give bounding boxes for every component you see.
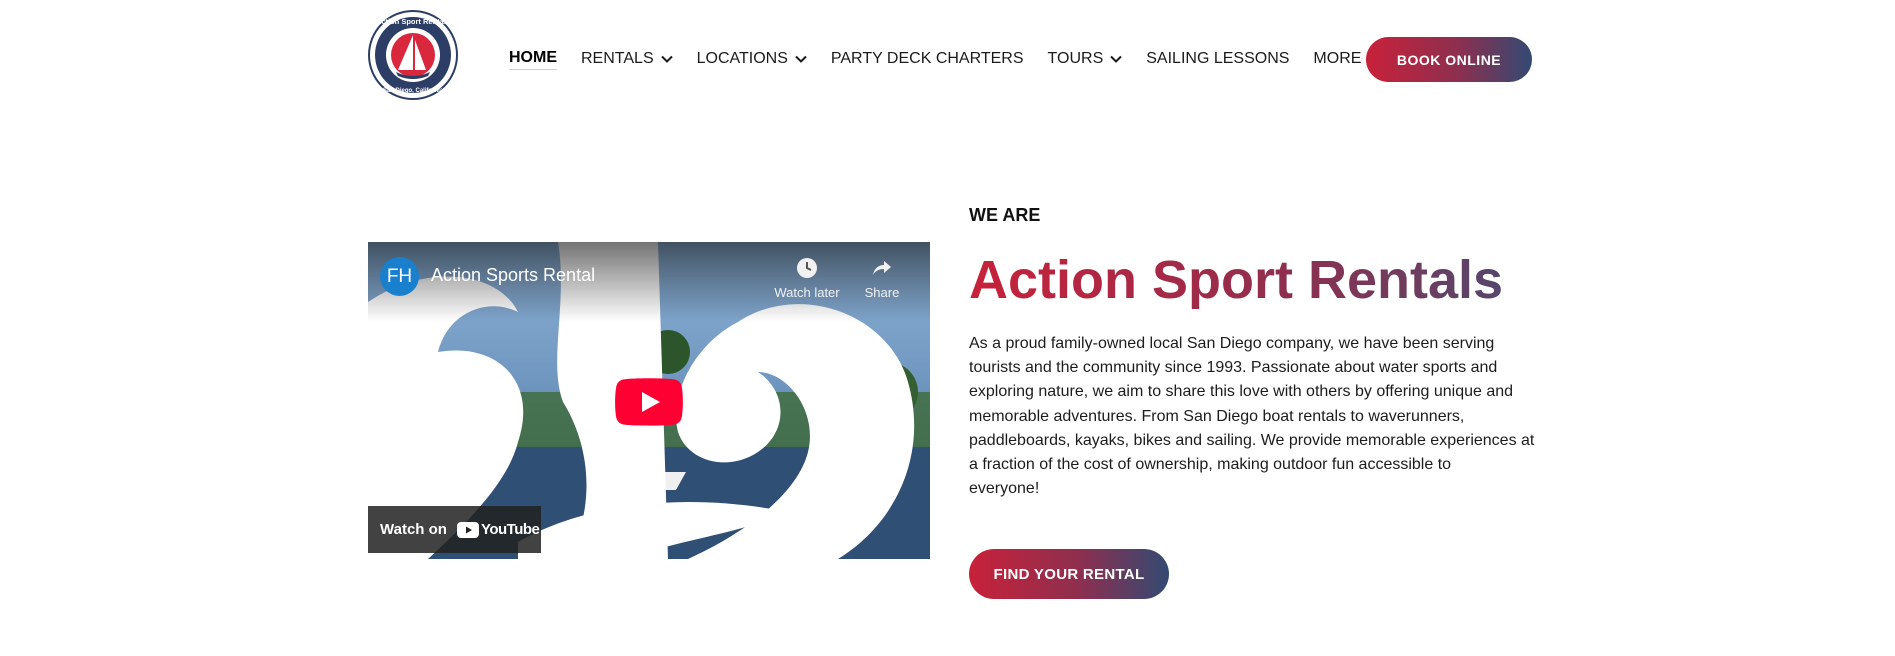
watch-later-button[interactable]: Watch later xyxy=(767,256,847,300)
nav-label: PARTY DECK CHARTERS xyxy=(830,50,1024,67)
paragraph-line: As a proud family-owned local San Diego … xyxy=(969,335,1495,352)
nav-item-sailing-lessons[interactable]: SAILING LESSONS xyxy=(1146,48,1289,70)
paragraph-line: a fraction of the cost of ownership, mak… xyxy=(969,456,1452,474)
clock-icon xyxy=(797,258,817,278)
logo-text-top: Action Sport Rentals xyxy=(376,17,450,26)
play-icon[interactable] xyxy=(615,378,683,426)
nav-label: HOME xyxy=(509,49,557,70)
nav-label: MORE xyxy=(1313,50,1362,67)
find-your-rental-button[interactable]: FIND YOUR RENTAL xyxy=(969,549,1169,599)
nav-item-home[interactable]: HOME xyxy=(509,48,557,70)
youtube-logo: YouTube xyxy=(456,521,540,538)
nav-label: RENTALS xyxy=(581,50,654,67)
paragraph-line: everyone! xyxy=(969,480,1040,498)
paragraph-line: exploring nature, we aim to share this l… xyxy=(969,383,1514,401)
nav-item-party-deck-charters[interactable]: PARTY DECK CHARTERS xyxy=(831,48,1024,70)
nav-label: SAILING LESSONS xyxy=(1146,50,1290,67)
watch-on-label: Watch on xyxy=(380,521,447,538)
channel-avatar[interactable]: FH xyxy=(380,257,419,296)
video-title[interactable]: Action Sports Rental xyxy=(431,265,595,286)
nav-item-rentals[interactable]: RENTALS xyxy=(581,48,673,70)
brand-logo[interactable]: Action Sport Rentals San Diego, Californ… xyxy=(368,10,458,100)
youtube-wordmark: YouTube xyxy=(480,521,540,538)
share-label: Share xyxy=(864,285,900,300)
book-online-button[interactable]: BOOK ONLINE xyxy=(1366,37,1532,82)
watch-later-label: Watch later xyxy=(774,285,840,300)
hero-headline: Action Sport Rentals xyxy=(969,250,1504,310)
hero-paragraph: As a proud family-owned local San Diego … xyxy=(969,332,1535,501)
chevron-down-icon xyxy=(660,55,673,63)
paragraph-line: paddleboards, kayaks, bikes and sailing.… xyxy=(969,431,1535,449)
share-icon xyxy=(873,261,891,275)
site-header: Action Sport Rentals San Diego, Californ… xyxy=(0,0,1895,118)
chevron-down-icon xyxy=(1110,55,1122,63)
nav-label: LOCATIONS xyxy=(696,50,788,67)
main-nav: HOME RENTALS LOCATIONS PARTY DECK CHARTE… xyxy=(509,48,1404,70)
youtube-icon xyxy=(456,521,479,538)
chevron-down-icon xyxy=(795,55,807,63)
nav-item-tours[interactable]: TOURS xyxy=(1048,48,1123,70)
nav-label: TOURS xyxy=(1047,50,1104,67)
youtube-video-embed[interactable]: FH Action Sports Rental Watch later Shar… xyxy=(368,242,930,559)
paragraph-line: tourists and the community since 1993. P… xyxy=(969,359,1498,377)
logo-text-bottom: San Diego, California xyxy=(383,88,444,94)
nav-item-locations[interactable]: LOCATIONS xyxy=(697,48,807,70)
watch-on-youtube-button[interactable]: Watch on YouTube xyxy=(368,506,541,553)
paragraph-line: memorable adventures. From San Diego boa… xyxy=(969,407,1465,425)
hero-eyebrow: WE ARE xyxy=(969,205,1041,225)
share-button[interactable]: Share xyxy=(842,256,922,300)
